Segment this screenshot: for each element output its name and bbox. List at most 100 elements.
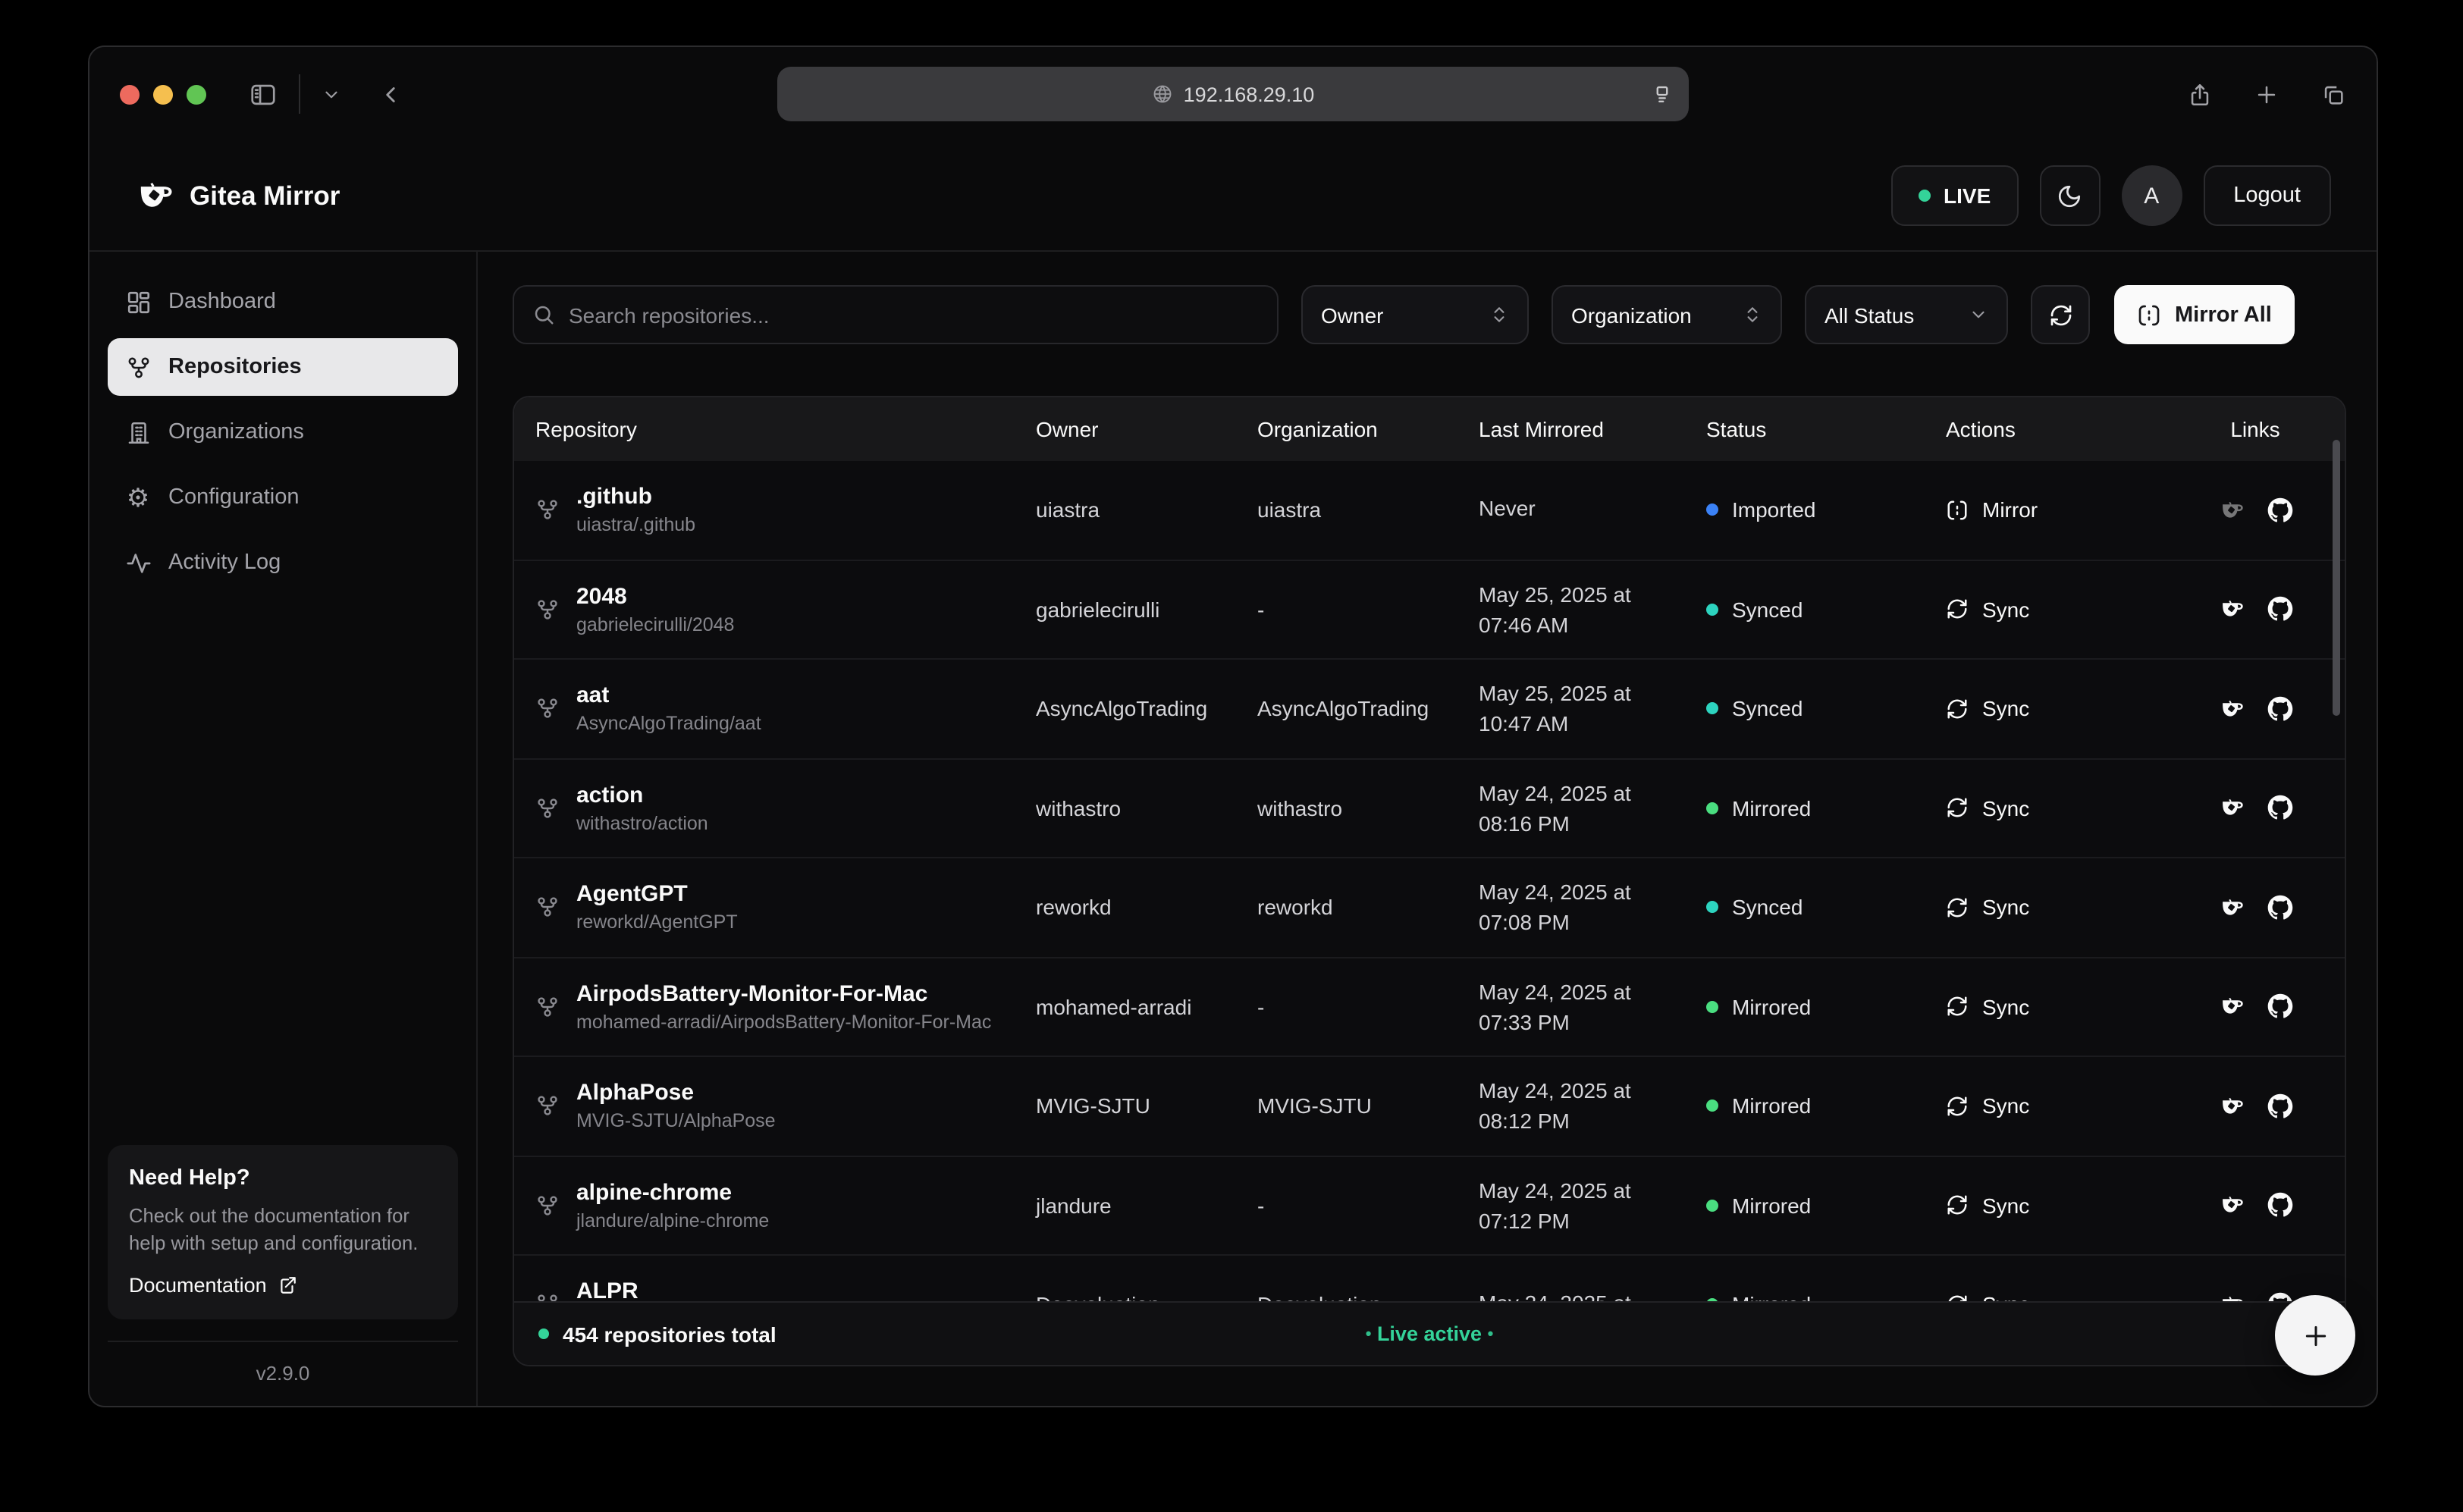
documentation-link[interactable]: Documentation — [129, 1274, 437, 1297]
sync-icon — [1946, 896, 1969, 919]
minimize-window-button[interactable] — [153, 84, 173, 104]
github-link-icon[interactable] — [2267, 497, 2292, 523]
owner-cell: gabrielecirulli — [1036, 598, 1257, 622]
app-title: Gitea Mirror — [190, 180, 340, 212]
repo-name[interactable]: AlphaPose — [576, 1081, 776, 1106]
row-action-button[interactable]: Sync — [1946, 1094, 2192, 1118]
new-tab-icon[interactable] — [2254, 81, 2279, 107]
repo-name[interactable]: 2048 — [576, 584, 734, 610]
status-cell: Imported — [1706, 498, 1946, 522]
row-action-button[interactable]: Sync — [1946, 697, 2192, 721]
row-action-button[interactable]: Sync — [1946, 995, 2192, 1019]
row-action-button[interactable]: Sync — [1946, 1194, 2192, 1218]
git-fork-icon — [535, 598, 560, 622]
sidebar-item-dashboard[interactable]: Dashboard — [108, 273, 458, 331]
row-action-button[interactable]: Sync — [1946, 796, 2192, 820]
user-avatar[interactable]: A — [2121, 165, 2182, 226]
git-fork-icon — [124, 354, 152, 380]
repo-name[interactable]: alpine-chrome — [576, 1180, 769, 1206]
close-window-button[interactable] — [120, 84, 140, 104]
table-row[interactable]: aat AsyncAlgoTrading/aat AsyncAlgoTradin… — [514, 660, 2345, 759]
gitea-link-icon[interactable] — [2218, 1093, 2244, 1119]
gear-icon: ⚙ — [124, 485, 152, 510]
zoom-window-button[interactable] — [187, 84, 206, 104]
links-cell — [2192, 597, 2319, 623]
table-row[interactable]: action withastro/action withastro withas… — [514, 759, 2345, 858]
table-row[interactable]: AlphaPose MVIG-SJTU/AlphaPose MVIG-SJTU … — [514, 1057, 2345, 1156]
gitea-link-icon[interactable] — [2218, 795, 2244, 821]
links-cell — [2192, 994, 2319, 1020]
repository-cell[interactable]: AgentGPT reworkd/AgentGPT — [535, 882, 1036, 933]
links-cell — [2192, 795, 2319, 821]
row-action-button[interactable]: Sync — [1946, 896, 2192, 920]
last-mirrored-cell: May 24, 2025 at 08:16 PM — [1479, 779, 1706, 837]
back-button[interactable] — [378, 81, 403, 107]
repo-name[interactable]: action — [576, 783, 708, 808]
repository-cell[interactable]: AlphaPose MVIG-SJTU/AlphaPose — [535, 1081, 1036, 1132]
tab-group-chevron-icon[interactable] — [322, 84, 341, 104]
last-mirrored-cell: May 25, 2025 at 07:46 AM — [1479, 580, 1706, 638]
building-icon — [124, 419, 152, 445]
repository-cell[interactable]: AirpodsBattery-Monitor-For-Mac mohamed-a… — [535, 981, 1036, 1033]
row-action-button[interactable]: Mirror — [1946, 498, 2192, 522]
row-action-button[interactable]: Sync — [1946, 598, 2192, 622]
organization-select[interactable]: Organization — [1552, 285, 1782, 344]
github-link-icon[interactable] — [2267, 597, 2292, 623]
status-label: Mirrored — [1732, 796, 1811, 820]
reader-view-icon[interactable] — [1651, 83, 1674, 105]
mirror-all-button[interactable]: Mirror All — [2114, 285, 2295, 344]
github-link-icon[interactable] — [2267, 1193, 2292, 1219]
table-row[interactable]: 2048 gabrielecirulli/2048 gabrielecirull… — [514, 560, 2345, 660]
table-scrollbar[interactable] — [2333, 440, 2340, 716]
github-link-icon[interactable] — [2267, 795, 2292, 821]
table-row[interactable]: AgentGPT reworkd/AgentGPT reworkd rework… — [514, 858, 2345, 958]
app-logo[interactable]: Gitea Mirror — [135, 176, 340, 215]
refresh-button[interactable] — [2031, 285, 2090, 344]
repository-cell[interactable]: aat AsyncAlgoTrading/aat — [535, 683, 1036, 735]
repository-cell[interactable]: alpine-chrome jlandure/alpine-chrome — [535, 1180, 1036, 1231]
external-link-icon — [278, 1275, 297, 1295]
gitea-link-icon[interactable] — [2218, 895, 2244, 921]
gitea-link-icon[interactable] — [2218, 1193, 2244, 1219]
table-row[interactable]: alpine-chrome jlandure/alpine-chrome jla… — [514, 1156, 2345, 1256]
status-select[interactable]: All Status — [1805, 285, 2008, 344]
gitea-link-icon[interactable] — [2218, 597, 2244, 623]
sidebar-item-activity-log[interactable]: Activity Log — [108, 534, 458, 591]
status-label: Synced — [1732, 598, 1803, 622]
owner-select[interactable]: Owner — [1301, 285, 1529, 344]
repository-cell[interactable]: action withastro/action — [535, 783, 1036, 834]
gitea-link-icon[interactable] — [2218, 696, 2244, 722]
add-repository-button[interactable] — [2275, 1295, 2355, 1376]
repo-name[interactable]: aat — [576, 683, 761, 709]
gitea-link-icon[interactable] — [2218, 994, 2244, 1020]
search-input[interactable]: Search repositories... — [513, 285, 1279, 344]
sync-icon — [1946, 1095, 1969, 1118]
github-link-icon[interactable] — [2267, 994, 2292, 1020]
sidebar-item-repositories[interactable]: Repositories — [108, 338, 458, 396]
repository-cell[interactable]: 2048 gabrielecirulli/2048 — [535, 584, 1036, 635]
owner-cell: withastro — [1036, 796, 1257, 820]
sidebar-toggle-icon[interactable] — [249, 80, 278, 108]
address-bar[interactable]: 192.168.29.10 — [777, 67, 1689, 121]
github-link-icon[interactable] — [2267, 895, 2292, 921]
column-organization: Organization — [1257, 417, 1479, 441]
status-dot — [1706, 703, 1718, 715]
status-cell: Mirrored — [1706, 1194, 1946, 1218]
repo-name[interactable]: AgentGPT — [576, 882, 738, 908]
gitea-link-icon[interactable] — [2218, 497, 2244, 523]
logout-button[interactable]: Logout — [2203, 165, 2331, 226]
table-row[interactable]: AirpodsBattery-Monitor-For-Mac mohamed-a… — [514, 958, 2345, 1057]
github-link-icon[interactable] — [2267, 1093, 2292, 1119]
repo-name[interactable]: .github — [576, 485, 695, 510]
repo-name[interactable]: AirpodsBattery-Monitor-For-Mac — [576, 981, 991, 1007]
theme-toggle-button[interactable] — [2039, 165, 2100, 226]
sidebar-item-organizations[interactable]: Organizations — [108, 403, 458, 461]
tab-overview-icon[interactable] — [2320, 81, 2346, 107]
share-icon[interactable] — [2187, 81, 2213, 107]
sidebar-item-configuration[interactable]: ⚙ Configuration — [108, 469, 458, 526]
github-link-icon[interactable] — [2267, 696, 2292, 722]
last-mirrored-cell: May 25, 2025 at 10:47 AM — [1479, 679, 1706, 738]
table-row[interactable]: .github uiastra/.github uiastra uiastra … — [514, 461, 2345, 560]
repository-cell[interactable]: .github uiastra/.github — [535, 485, 1036, 536]
table-body: .github uiastra/.github uiastra uiastra … — [514, 461, 2345, 1365]
